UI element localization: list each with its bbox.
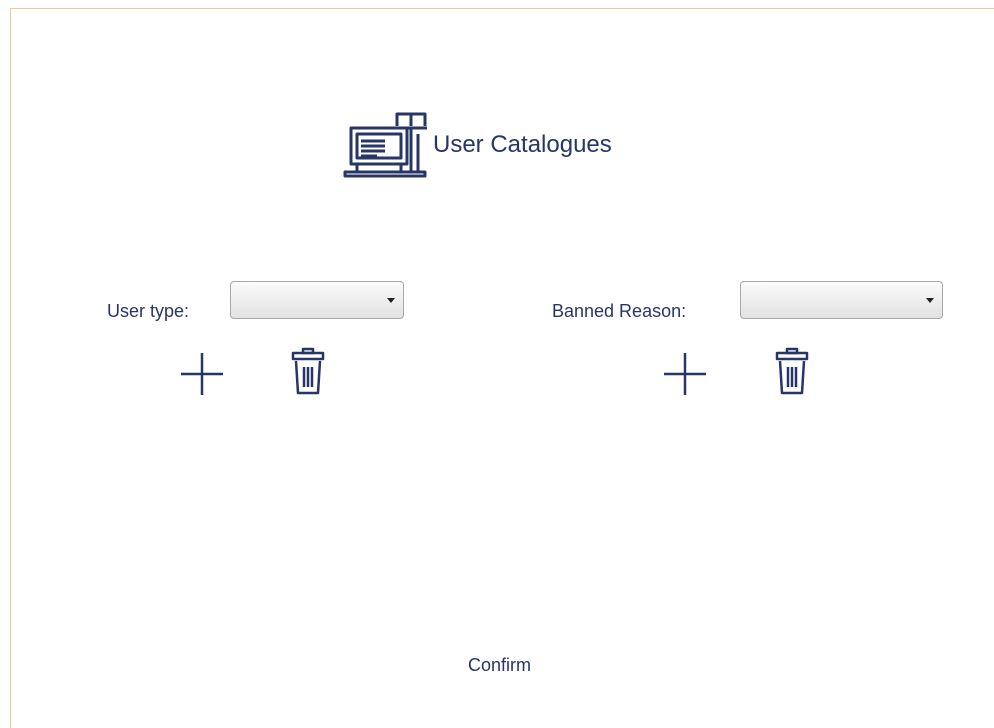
plus-icon — [181, 353, 223, 395]
delete-banned-reason-button[interactable] — [774, 347, 810, 395]
add-user-type-button[interactable] — [179, 351, 225, 397]
chevron-down-icon — [387, 298, 395, 303]
catalogue-panel: User Catalogues User type: Banned Reason… — [10, 8, 994, 728]
delete-user-type-button[interactable] — [290, 347, 326, 395]
user-type-label: User type: — [107, 301, 190, 321]
confirm-button[interactable]: Confirm — [468, 655, 531, 676]
banned-reason-label: Banned Reason: — [552, 301, 687, 321]
add-banned-reason-button[interactable] — [662, 351, 708, 397]
banned-reason-select[interactable] — [740, 281, 943, 319]
user-type-select[interactable] — [230, 281, 404, 319]
laptop-book-icon — [343, 112, 427, 178]
trash-icon — [775, 347, 809, 395]
trash-icon — [291, 347, 325, 395]
chevron-down-icon — [926, 298, 934, 303]
plus-icon — [664, 353, 706, 395]
page-title: User Catalogues — [433, 131, 612, 158]
page-header: User Catalogues — [341, 112, 612, 182]
